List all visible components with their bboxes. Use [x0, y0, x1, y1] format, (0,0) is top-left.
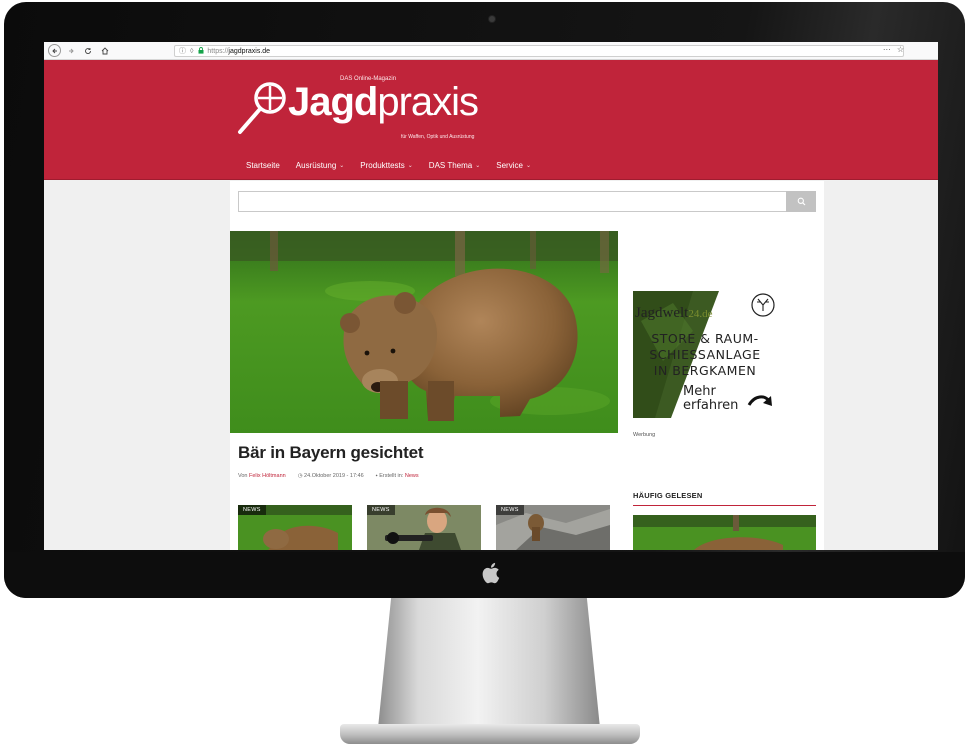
nav-item-produkttests[interactable]: Produkttests ⌄: [360, 161, 413, 170]
search-input[interactable]: [238, 191, 786, 212]
ad-cta-line-2: erfahren: [683, 398, 739, 413]
bookmark-star-icon[interactable]: ☆: [897, 45, 904, 54]
nav-item-label: Ausrüstung: [295, 161, 337, 170]
logo-word-bold: Jagd: [288, 80, 378, 124]
logo-subline: für Waffen, Optik und Ausrüstung: [401, 134, 475, 140]
forward-button[interactable]: [64, 44, 78, 58]
category-prefix: Erstellt in:: [379, 473, 404, 479]
clock-icon: ◷: [297, 473, 303, 479]
featured-article-title[interactable]: Bär in Bayern gesichtet: [238, 443, 424, 463]
search-bar: [238, 191, 816, 212]
nav-item-service[interactable]: Service ⌄: [496, 161, 531, 170]
article-thumbnail[interactable]: NEWS: [238, 505, 352, 550]
ad-headline-3: IN BERGKAMEN: [653, 363, 757, 378]
search-button[interactable]: [786, 191, 816, 212]
article-thumbnails: NEWS NEWS NEWS: [238, 505, 612, 550]
author-link[interactable]: Felix Höltmann: [249, 473, 286, 479]
toolbar-right: ··· ☆: [883, 45, 904, 54]
chevron-down-icon: ⌄: [407, 163, 413, 169]
search-icon: [797, 197, 805, 206]
nav-item-label: Startseite: [246, 161, 280, 170]
popular-section-title: HÄUFIG GELESEN: [633, 491, 816, 506]
ad-cta: Mehr erfahren: [683, 385, 738, 413]
lock-icon: [198, 46, 204, 56]
page-actions-menu-icon[interactable]: ···: [883, 45, 891, 54]
article-meta: Von Felix Höltmann ◷ 24.Oktober 2019 - 1…: [238, 473, 419, 480]
nav-item-ausruestung[interactable]: Ausrüstung ⌄: [296, 161, 345, 170]
sidebar-advertisement[interactable]: Jagdwelt24.de STORE & RAUM- SCHIESSANLAG…: [633, 291, 777, 418]
reload-button[interactable]: [81, 44, 95, 58]
date-info: ◷ 24.Oktober 2019 - 17:46: [298, 473, 364, 480]
category-tag: NEWS: [238, 505, 266, 515]
site-header: DAS Online-Magazin Jagdpraxis für Waffen…: [44, 60, 938, 180]
article-thumbnail[interactable]: NEWS: [496, 505, 610, 550]
back-button[interactable]: [48, 44, 61, 57]
category-info: ⬩ Erstellt in: News: [376, 473, 419, 480]
category-tag: NEWS: [367, 505, 395, 515]
reload-icon: [85, 47, 91, 54]
chevron-down-icon: ⌄: [475, 163, 481, 169]
main-navigation: Startseite Ausrüstung ⌄ Produkttests ⌄ D…: [246, 161, 531, 170]
ad-brand-tld: 24.de: [688, 308, 713, 320]
url-host: jagdpraxis.de: [228, 47, 271, 55]
nav-item-label: Service: [496, 161, 523, 170]
logo-wordmark: Jagdpraxis: [288, 80, 479, 125]
featured-article-image[interactable]: [230, 231, 618, 433]
antlers-logo-icon: [751, 293, 775, 317]
popular-article-image: [633, 515, 816, 550]
chevron-down-icon: ⌄: [339, 163, 345, 169]
ad-cta-line-1: Mehr: [683, 384, 716, 399]
chevron-down-icon: ⌄: [525, 163, 531, 169]
main-content: Bär in Bayern gesichtet Von Felix Höltma…: [230, 181, 824, 550]
curved-arrow-icon: [747, 395, 772, 406]
webcam: [489, 16, 495, 22]
arrow-right-icon: [69, 48, 74, 53]
monitor-stand-base: [340, 724, 640, 744]
category-tag: NEWS: [496, 505, 524, 515]
arrow-left-icon: [51, 48, 57, 53]
address-bar[interactable]: ⓘ ◊ https://jagdpraxis.de: [174, 45, 904, 57]
url-protocol: https://: [207, 47, 229, 55]
logo-word-light: praxis: [377, 80, 479, 124]
article-thumbnail[interactable]: NEWS: [367, 505, 481, 550]
apple-logo-icon: [482, 562, 500, 584]
ad-brand-name: Jagdwelt: [635, 305, 689, 321]
site-logo[interactable]: DAS Online-Magazin Jagdpraxis für Waffen…: [236, 72, 479, 140]
home-icon: [101, 46, 109, 54]
nav-item-label: Produkttests: [360, 161, 405, 170]
nav-item-startseite[interactable]: Startseite: [246, 161, 280, 170]
ad-brand: Jagdwelt24.de: [635, 305, 712, 322]
nav-item-label: DAS Thema: [428, 161, 473, 170]
author-info: Von Felix Höltmann: [238, 473, 286, 480]
tag-icon: ⬩: [375, 473, 378, 479]
home-button[interactable]: [98, 44, 112, 58]
site-info-icon[interactable]: ⓘ ◊: [179, 46, 194, 56]
publish-date: 24.Oktober 2019 - 17:46: [304, 473, 364, 479]
scope-magnifier-icon: [238, 82, 286, 134]
ad-label: Werbung: [633, 432, 656, 438]
screen: ⓘ ◊ https://jagdpraxis.de ··· ☆ DAS Onli…: [44, 42, 938, 550]
nav-item-das-thema[interactable]: DAS Thema ⌄: [429, 161, 480, 170]
browser-toolbar: ⓘ ◊ https://jagdpraxis.de ··· ☆: [44, 42, 938, 60]
category-link[interactable]: News: [405, 473, 419, 479]
ad-headline-1: STORE & RAUM-: [651, 331, 759, 346]
ad-headline-2: SCHIESSANLAGE: [649, 347, 761, 362]
monitor-stand: [378, 596, 600, 728]
popular-article-thumbnail[interactable]: [633, 515, 816, 550]
author-prefix: Von: [238, 473, 248, 479]
